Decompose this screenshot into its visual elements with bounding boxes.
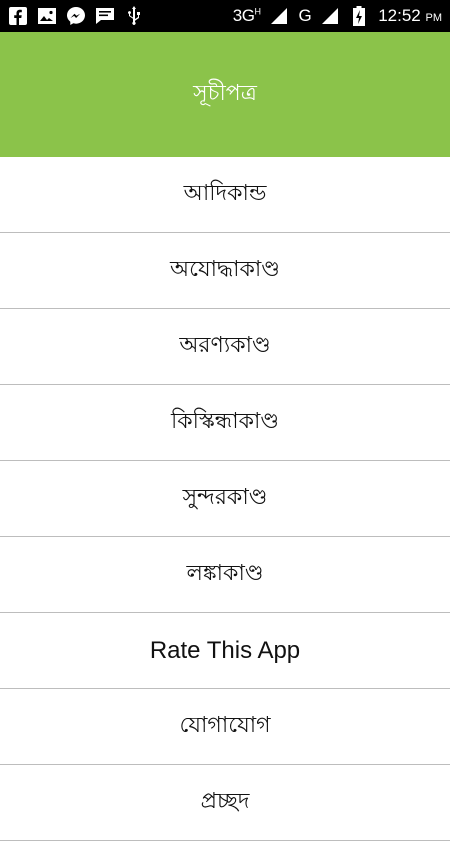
- list-item-sundarakanda[interactable]: সুন্দরকাণ্ড: [0, 461, 450, 537]
- chapter-list: আদিকান্ড অযোদ্ধাকাণ্ড অরণ্যকাণ্ড কিস্কিন…: [0, 157, 450, 841]
- messenger-icon: [66, 6, 86, 26]
- clock: 12:52 PM: [378, 6, 442, 25]
- status-bar: 3GH G 12:52 PM: [0, 0, 450, 32]
- list-item-label: যোগাযোগ: [179, 713, 271, 738]
- cover-item[interactable]: প্রচ্ছদ: [0, 765, 450, 841]
- gallery-icon: [37, 6, 57, 26]
- list-item-label: Rate This App: [149, 636, 301, 664]
- notification-icons: [8, 6, 144, 26]
- network-type: 3GH: [232, 6, 261, 25]
- contact-item[interactable]: যোগাযোগ: [0, 689, 450, 765]
- usb-icon: [124, 6, 144, 26]
- signal-icon: [269, 6, 289, 26]
- network-type-2: G: [298, 6, 312, 25]
- list-item-kishkindhakanda[interactable]: কিস্কিন্ধাকাণ্ড: [0, 385, 450, 461]
- list-item-label: কিস্কিন্ধাকাণ্ড: [170, 409, 280, 434]
- list-item-adikanda[interactable]: আদিকান্ড: [0, 157, 450, 233]
- page-title: সূচীপত্র: [193, 81, 257, 106]
- list-item-lankakanda[interactable]: লঙ্কাকাণ্ড: [0, 537, 450, 613]
- list-item-label: সুন্দরকাণ্ড: [182, 485, 268, 510]
- list-item-label: লঙ্কাকাণ্ড: [186, 561, 264, 586]
- sms-icon: [95, 6, 115, 26]
- list-item-label: অরণ্যকাণ্ড: [179, 333, 271, 358]
- rate-app-item[interactable]: Rate This App: [0, 613, 450, 689]
- list-item-label: অযোদ্ধাকাণ্ড: [170, 257, 280, 282]
- app-toolbar: সূচীপত্র: [0, 32, 450, 157]
- battery-charging-icon: [349, 6, 369, 26]
- facebook-icon: [8, 6, 28, 26]
- list-item-ayodhyakanda[interactable]: অযোদ্ধাকাণ্ড: [0, 233, 450, 309]
- signal-icon-2: [320, 6, 340, 26]
- list-item-label: প্রচ্ছদ: [200, 789, 250, 814]
- system-icons: 3GH G 12:52 PM: [233, 6, 442, 26]
- list-item-label: আদিকান্ড: [183, 181, 267, 206]
- list-item-aranyakanda[interactable]: অরণ্যকাণ্ড: [0, 309, 450, 385]
